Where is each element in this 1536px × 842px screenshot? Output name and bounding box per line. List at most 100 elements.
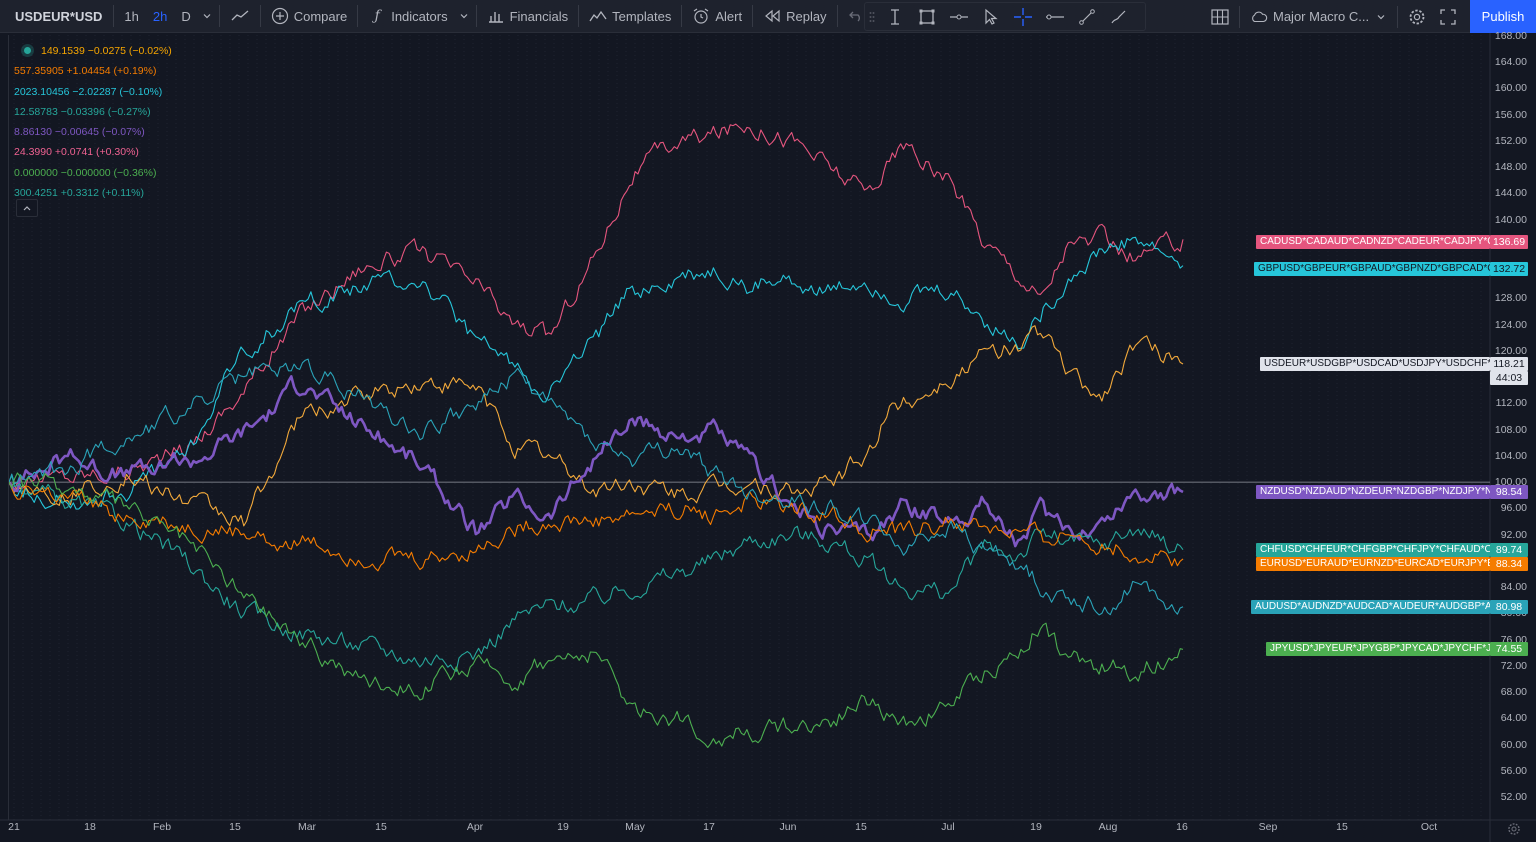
price-tick: 164.00 (1494, 56, 1527, 69)
chart-type-button[interactable] (223, 0, 257, 33)
time-tick: Jun (779, 821, 797, 833)
series-name-tag[interactable]: JPYUSD*JPYEUR*JPYGBP*JPYCAD*JPYCHF*JP... (1266, 642, 1490, 656)
series-last-value: 80.98 (1490, 600, 1528, 614)
alert-label: Alert (715, 8, 743, 24)
undo-icon (848, 11, 860, 22)
chart-pane[interactable]: 149.1539 −0.0275 (−0.02%) 557.35905 +1.0… (0, 30, 1536, 842)
indicators-dropdown[interactable] (455, 0, 473, 33)
ray-tool-button[interactable] (1039, 3, 1071, 30)
time-tick: 19 (557, 821, 569, 833)
series-name-tag[interactable]: AUDUSD*AUDNZD*AUDCAD*AUDEUR*AUDGBP*AU... (1251, 600, 1490, 614)
horizontal-line-tool-button[interactable] (943, 3, 975, 30)
toolbar-divider (475, 5, 477, 27)
price-tick: 60.00 (1500, 738, 1527, 751)
publish-button[interactable]: Publish (1470, 0, 1536, 33)
price-tick: 84.00 (1500, 581, 1527, 594)
legend-value: 557.35905 +1.04454 (+0.19%) (14, 65, 157, 78)
price-tick: 168.00 (1494, 30, 1527, 42)
price-tick: 92.00 (1500, 528, 1527, 541)
price-tick: 140.00 (1494, 213, 1527, 226)
indicators-button[interactable]: ƒ Indicators (361, 0, 454, 33)
indicators-label: Indicators (391, 8, 448, 24)
line-chart-icon (231, 10, 249, 21)
legend-value: 8.86130 −0.00645 (−0.07%) (14, 126, 145, 139)
brush-icon (1111, 10, 1126, 23)
trendline-tool-button[interactable] (1071, 3, 1103, 30)
toolbar-divider (752, 5, 754, 27)
time-tick: Feb (152, 821, 172, 833)
layout-name-button[interactable]: Major Macro C... (1243, 0, 1394, 33)
interval-1h[interactable]: 1h (117, 0, 145, 33)
series-legend: 149.1539 −0.0275 (−0.02%) 557.35905 +1.0… (14, 41, 172, 203)
legend-value: 2023.10456 −2.02287 (−0.10%) (14, 85, 163, 98)
price-tick: 52.00 (1500, 791, 1527, 803)
series-name-tag[interactable]: EURUSD*EURAUD*EURNZD*EURCAD*EURJPY*EU... (1256, 557, 1490, 571)
price-tick: 108.00 (1494, 423, 1527, 436)
legend-row: 24.3990 +0.0741 (+0.30%) (14, 142, 172, 162)
series-name-tag[interactable]: NZDUSD*NZDAUD*NZDEUR*NZDGBP*NZDJPY*NZ... (1256, 485, 1490, 499)
series-last-value: 89.74 (1490, 543, 1528, 557)
crosshair-tool-button[interactable] (1007, 3, 1039, 30)
legend-row: 557.35905 +1.04454 (+0.19%) (14, 61, 172, 81)
series-last-value: 132.72 (1490, 262, 1528, 276)
toolbar-divider (259, 5, 261, 27)
price-tick: 128.00 (1494, 292, 1527, 305)
time-tick: Sep (1258, 821, 1278, 833)
toolbar-divider (1397, 5, 1399, 28)
cursor-arrow-icon (985, 8, 998, 25)
legend-value: 149.1539 −0.0275 (−0.02%) (41, 45, 172, 57)
brush-tool-button[interactable] (1103, 3, 1135, 30)
price-tick: 96.00 (1500, 502, 1527, 515)
templates-button[interactable]: Templates (582, 0, 678, 33)
legend-row: 149.1539 −0.0275 (−0.02%) (14, 41, 172, 61)
legend-value: 12.58783 −0.03396 (−0.27%) (14, 105, 151, 118)
layout-grid-button[interactable] (1204, 0, 1236, 33)
legend-row: 0.000000 −0.000000 (−0.36%) (14, 163, 172, 183)
bar-chart-icon (487, 7, 505, 25)
fullscreen-icon (1440, 8, 1456, 25)
interval-dropdown[interactable] (198, 0, 216, 33)
fullscreen-button[interactable] (1433, 0, 1463, 33)
series-last-value: 136.69 (1490, 235, 1528, 249)
compare-button[interactable]: Compare (264, 0, 354, 33)
bar-countdown: 44:03 (1490, 371, 1528, 385)
crosshair-icon (1014, 7, 1032, 26)
financials-button[interactable]: Financials (480, 0, 576, 33)
price-tick: 68.00 (1500, 686, 1527, 699)
axis-settings-button[interactable] (1504, 820, 1524, 838)
time-tick: 15 (1336, 821, 1348, 833)
legend-value: 300.4251 +0.3312 (+0.11%) (14, 187, 144, 200)
pointer-tool-button[interactable] (975, 3, 1007, 30)
price-tick: 112.00 (1495, 397, 1527, 410)
status-dot-icon (24, 47, 31, 54)
legend-value: 0.000000 −0.000000 (−0.36%) (14, 166, 157, 179)
gear-icon (1508, 823, 1520, 835)
text-tool-button[interactable] (879, 3, 911, 30)
gear-icon (1409, 9, 1425, 24)
legend-row: 8.86130 −0.00645 (−0.07%) (14, 122, 172, 142)
interval-d[interactable]: D (174, 0, 197, 33)
alert-button[interactable]: Alert (685, 0, 749, 33)
drag-handle-icon[interactable] (865, 3, 879, 30)
series-name-tag[interactable]: CADUSD*CADAUD*CADNZD*CADEUR*CADJPY*CA... (1256, 235, 1490, 249)
symbol-search[interactable]: USDEUR*USD (0, 0, 110, 33)
plus-circle-icon (271, 7, 289, 25)
series-name-tag[interactable]: USDEUR*USDGBP*USDCAD*USDJPY*USDCHF*US... (1260, 357, 1490, 371)
rewind-icon (763, 7, 781, 25)
price-tick: 56.00 (1500, 764, 1527, 777)
time-tick: May (625, 821, 645, 833)
series-last-value: 98.54 (1490, 485, 1528, 499)
interval-2h[interactable]: 2h (146, 0, 174, 33)
replay-button[interactable]: Replay (756, 0, 833, 33)
settings-button[interactable] (1401, 0, 1433, 33)
price-tick: 64.00 (1500, 712, 1527, 725)
collapse-legend-button[interactable] (16, 199, 38, 217)
time-tick: Apr (466, 821, 484, 833)
rectangle-tool-button[interactable] (911, 3, 943, 30)
series-name-tag[interactable]: CHFUSD*CHFEUR*CHFGBP*CHFJPY*CHFAUD*CH... (1256, 543, 1490, 557)
trend-line-icon (1079, 8, 1095, 25)
horizontal-line-icon (950, 14, 968, 19)
price-tick: 160.00 (1494, 82, 1527, 95)
series-name-tag[interactable]: GBPUSD*GBPEUR*GBPAUD*GBPNZD*GBPCAD*GB... (1254, 262, 1490, 276)
chevron-up-icon (23, 206, 31, 211)
